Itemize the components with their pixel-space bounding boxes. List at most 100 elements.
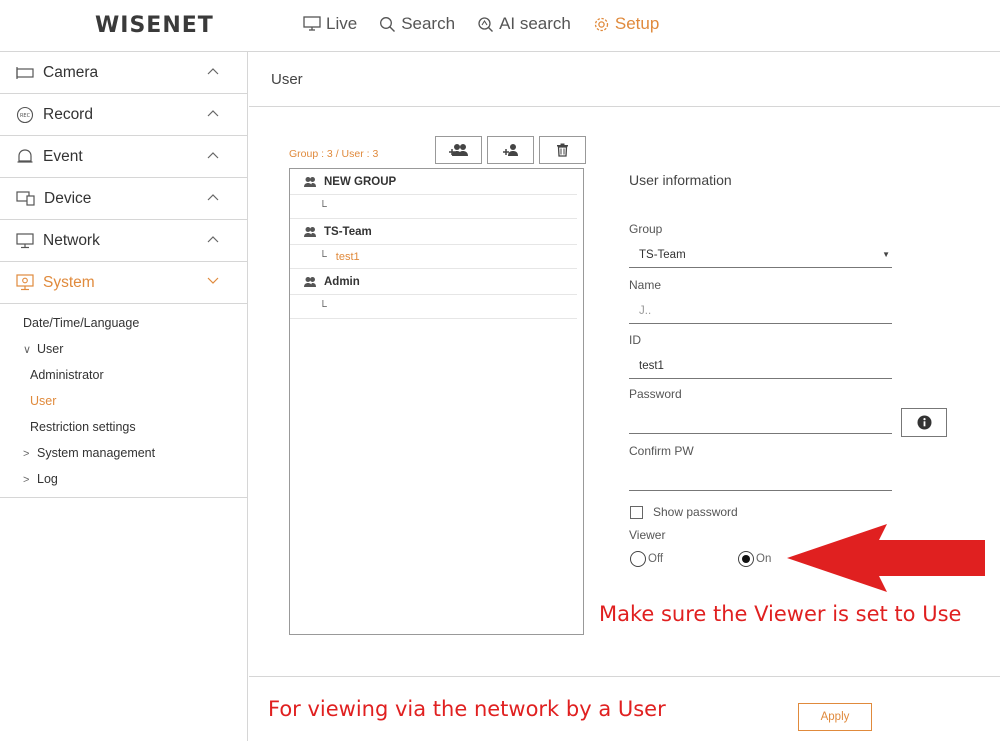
- password-info-button[interactable]: [901, 408, 947, 437]
- sidebar-group-camera[interactable]: Camera: [0, 52, 247, 94]
- group-select[interactable]: TS-Team ▼: [629, 242, 892, 268]
- nav-search[interactable]: Search: [379, 14, 455, 34]
- sidebar-item-system-management[interactable]: > System management: [0, 440, 247, 466]
- monitor-icon: [303, 16, 321, 31]
- group-user-count: Group : 3 / User : 3: [289, 148, 379, 160]
- system-submenu: Date/Time/Language ∨ User Administrator U…: [0, 304, 247, 498]
- nav-search-label: Search: [401, 14, 456, 33]
- viewer-off-label: Off: [648, 553, 664, 565]
- sidebar-group-device[interactable]: Device: [0, 178, 247, 220]
- chevron-down-icon: [207, 277, 219, 284]
- sidebar-item-label: User: [30, 394, 57, 408]
- viewer-on-label: On: [756, 553, 772, 565]
- add-group-icon: [448, 144, 468, 156]
- device-icon: [16, 191, 35, 206]
- chevron-up-icon: [207, 152, 219, 159]
- page-title: User: [271, 71, 303, 88]
- password-label: Password: [629, 387, 682, 401]
- tree-branch-icon: └: [319, 200, 327, 213]
- chevron-up-icon: [207, 68, 219, 75]
- show-password-row[interactable]: Show password: [630, 505, 738, 519]
- tree-user-row[interactable]: └: [290, 195, 577, 219]
- ai-search-icon: [478, 16, 494, 32]
- viewer-off-radio[interactable]: [630, 551, 646, 567]
- viewer-on-radio[interactable]: [738, 551, 754, 567]
- annotation-viewer-note: Make sure the Viewer is set to Use: [599, 602, 962, 626]
- title-divider: [249, 106, 1000, 107]
- chevron-up-icon: [207, 110, 219, 117]
- rec-icon: REC: [16, 106, 34, 123]
- tree-group-row[interactable]: TS-Team: [290, 219, 577, 245]
- apply-button[interactable]: Apply: [798, 703, 872, 731]
- sidebar-item-label: Administrator: [30, 368, 104, 382]
- add-user-icon: [502, 144, 518, 156]
- id-input[interactable]: test1: [629, 353, 892, 379]
- delete-button[interactable]: [539, 136, 586, 164]
- annotation-network-note: For viewing via the network by a User: [268, 697, 666, 721]
- tree-group-row[interactable]: Admin: [290, 269, 577, 295]
- setup-sidebar: Camera REC Record Event Device Network S…: [0, 52, 248, 741]
- gear-icon: [594, 17, 609, 31]
- footer-divider: [249, 676, 1000, 677]
- nav-setup[interactable]: Setup: [593, 14, 659, 34]
- trash-icon: [557, 143, 568, 157]
- bell-icon: [17, 149, 33, 163]
- name-label: Name: [629, 278, 662, 292]
- user-toolbar: [435, 136, 586, 164]
- confirm-password-label: Confirm PW: [629, 444, 694, 458]
- sidebar-group-event[interactable]: Event: [0, 136, 247, 178]
- sidebar-item-label: Date/Time/Language: [23, 316, 140, 330]
- user-group-icon: [304, 276, 316, 287]
- add-group-button[interactable]: [435, 136, 482, 164]
- add-user-button[interactable]: [487, 136, 534, 164]
- chevron-up-icon: [207, 194, 219, 201]
- tree-group-label: Admin: [324, 275, 360, 288]
- annotation-arrow-icon: [787, 524, 985, 592]
- viewer-on-option[interactable]: On: [738, 551, 771, 567]
- sidebar-group-label: Record: [43, 105, 93, 123]
- camera-icon: [16, 66, 34, 79]
- sidebar-group-record[interactable]: REC Record: [0, 94, 247, 136]
- main-content: User Group : 3 / User : 3 NEW GROUP └ TS…: [249, 52, 1000, 741]
- chevron-down-icon: ∨: [23, 344, 32, 356]
- tree-group-row[interactable]: NEW GROUP: [290, 169, 577, 195]
- nav-ai-search-label: AI search: [499, 14, 571, 33]
- dropdown-arrow-icon: ▼: [882, 250, 890, 259]
- confirm-password-input[interactable]: [629, 465, 892, 491]
- viewer-off-option[interactable]: Off: [630, 551, 663, 567]
- tree-branch-icon: └: [319, 300, 327, 313]
- sidebar-item-user-folder[interactable]: ∨ User: [0, 336, 247, 362]
- sidebar-item-label: Restriction settings: [30, 420, 136, 434]
- nav-setup-label: Setup: [614, 14, 660, 33]
- name-input[interactable]: J..: [629, 298, 892, 324]
- user-information-title: User information: [629, 172, 732, 188]
- show-password-checkbox[interactable]: [630, 505, 643, 519]
- nav-live-label: Live: [326, 14, 358, 33]
- tree-user-label: test1: [335, 250, 360, 263]
- sidebar-group-network[interactable]: Network: [0, 220, 247, 262]
- sidebar-group-label: Camera: [43, 63, 99, 81]
- group-label: Group: [629, 222, 663, 236]
- wisenet-logo: WISENET: [95, 13, 214, 38]
- tree-user-row-selected[interactable]: └ test1: [290, 245, 577, 269]
- user-tree: NEW GROUP └ TS-Team └ test1 Admin └: [289, 168, 584, 635]
- sidebar-item-user[interactable]: User: [0, 388, 247, 414]
- sidebar-item-label: User: [37, 342, 64, 356]
- tree-group-label: TS-Team: [324, 225, 372, 238]
- group-select-value: TS-Team: [639, 249, 686, 261]
- system-icon: [16, 274, 34, 291]
- tree-user-row[interactable]: └: [290, 295, 577, 319]
- sidebar-group-system[interactable]: System: [0, 262, 247, 304]
- password-input[interactable]: [629, 408, 892, 434]
- sidebar-item-date-time-language[interactable]: Date/Time/Language: [0, 310, 247, 336]
- sidebar-item-label: Log: [37, 472, 58, 486]
- nav-live[interactable]: Live: [303, 14, 357, 34]
- sidebar-item-log[interactable]: > Log: [0, 466, 247, 492]
- sidebar-group-label: Network: [43, 231, 100, 249]
- sidebar-item-administrator[interactable]: Administrator: [0, 362, 247, 388]
- nav-ai-search[interactable]: AI search: [477, 14, 571, 34]
- search-icon: [380, 16, 396, 32]
- chevron-right-icon: >: [23, 448, 30, 460]
- user-group-icon: [304, 176, 316, 187]
- sidebar-item-restriction-settings[interactable]: Restriction settings: [0, 414, 247, 440]
